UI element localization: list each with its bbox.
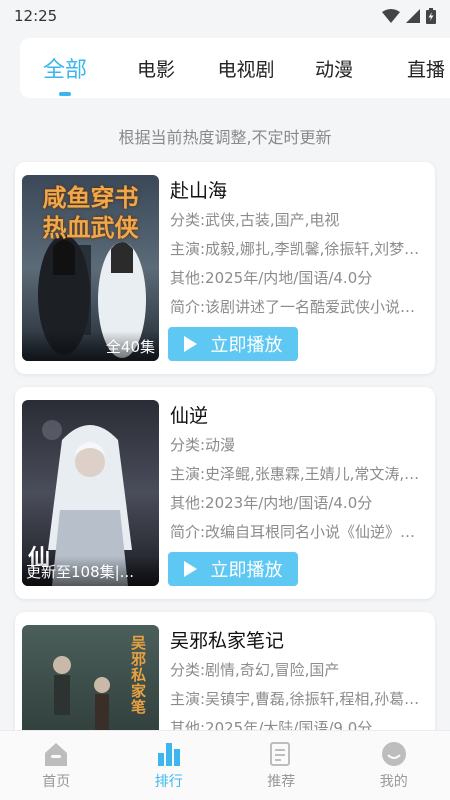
poster-image[interactable]: 吴邪私家笔记	[22, 625, 159, 730]
update-hint: 根据当前热度调整,不定时更新	[118, 128, 332, 147]
play-icon	[183, 336, 197, 352]
play-now-button[interactable]: 立即播放	[168, 327, 298, 361]
episode-badge: 更新至108集|...	[22, 556, 159, 586]
play-button-label: 立即播放	[210, 560, 283, 581]
media-info: 赴山海 分类:武侠,古装,国产,电视 主演:成毅,娜扎,李凯馨,徐振轩,刘梦… …	[170, 176, 430, 322]
media-cast: 主演:吴镇宇,曹磊,徐振轩,程相,孙葛…	[170, 690, 420, 708]
media-list[interactable]: 咸鱼穿书 热血武侠 全40集 赴山海 分类:武侠,古装,国产,电视 主演:成毅,…	[0, 160, 450, 730]
media-meta: 其他:2023年/内地/国语/4.0分	[170, 494, 373, 512]
poster-title-art: 咸鱼穿书 热血武侠	[42, 183, 139, 242]
nav-label: 首页	[42, 774, 71, 790]
nav-label: 我的	[379, 774, 408, 790]
nav-ranking[interactable]: 排行	[113, 731, 226, 800]
tab-all[interactable]: 全部	[28, 38, 102, 98]
battery-icon	[426, 8, 436, 24]
signal-icon	[406, 9, 420, 23]
media-title: 仙逆	[170, 405, 209, 427]
media-info: 吴邪私家笔记 分类:剧情,奇幻,冒险,国产 主演:吴镇宇,曹磊,徐振轩,程相,孙…	[170, 626, 430, 730]
nav-profile[interactable]: 我的	[338, 731, 450, 800]
media-intro: 简介:该剧讲述了一名酷爱武侠小说…	[170, 298, 416, 316]
nav-recommend[interactable]: 推荐	[225, 731, 338, 800]
home-icon	[45, 743, 68, 766]
bottom-nav: 首页 排行 推荐 我的	[0, 730, 450, 800]
tab-tv-series[interactable]: 电视剧	[202, 38, 290, 98]
poster-image[interactable]: 咸鱼穿书 热血武侠 全40集	[22, 175, 159, 361]
media-info: 仙逆 分类:动漫 主演:史泽鲲,张惠霖,王婧儿,常文涛,… 其他:2023年/内…	[170, 401, 430, 547]
status-bar: 12:25	[0, 0, 450, 32]
tab-anime[interactable]: 动漫	[298, 38, 370, 98]
poster-image[interactable]: 仙 更新至108集|...	[22, 400, 159, 586]
category-tabs: 全部 电影 电视剧 动漫 直播	[20, 38, 450, 98]
media-category: 分类:动漫	[170, 436, 236, 454]
tab-live[interactable]: 直播	[390, 38, 450, 98]
tab-movie[interactable]: 电影	[120, 38, 192, 98]
nav-label: 排行	[154, 774, 183, 790]
play-now-button[interactable]: 立即播放	[168, 552, 298, 586]
play-icon	[183, 561, 197, 577]
tab-label: 电影	[136, 58, 175, 81]
media-meta: 其他:2025年/大陆/国语/9.0分	[170, 719, 373, 730]
media-category: 分类:剧情,奇幻,冒险,国产	[170, 661, 340, 679]
media-intro: 简介:改编自耳根同名小说《仙逆》…	[170, 523, 416, 541]
tab-label: 动漫	[314, 58, 353, 81]
media-category: 分类:武侠,古装,国产,电视	[170, 211, 340, 229]
profile-icon	[381, 742, 406, 766]
media-cast: 主演:史泽鲲,张惠霖,王婧儿,常文涛,…	[170, 465, 420, 483]
poster-title-art: 吴邪私家笔记	[131, 635, 147, 715]
nav-label: 推荐	[267, 774, 296, 790]
nav-home[interactable]: 首页	[0, 731, 113, 800]
media-title: 赴山海	[170, 180, 228, 202]
media-cast: 主演:成毅,娜扎,李凯馨,徐振轩,刘梦…	[170, 240, 420, 258]
play-button-label: 立即播放	[210, 335, 283, 356]
chart-bar-icon	[157, 743, 180, 766]
tab-label: 全部	[42, 58, 87, 83]
tab-label: 直播	[406, 58, 445, 81]
media-card[interactable]: 咸鱼穿书 热血武侠 全40集 赴山海 分类:武侠,古装,国产,电视 主演:成毅,…	[15, 162, 435, 374]
episode-badge: 全40集	[22, 331, 159, 361]
tab-label: 电视剧	[217, 58, 275, 81]
active-tab-indicator	[59, 92, 71, 96]
status-time: 12:25	[14, 7, 58, 25]
media-meta: 其他:2025年/内地/国语/4.0分	[170, 269, 373, 287]
status-icons	[382, 8, 436, 24]
media-title: 吴邪私家笔记	[170, 630, 285, 652]
recommend-icon	[270, 742, 291, 766]
media-card[interactable]: 吴邪私家笔记 吴邪私家笔记 分类:剧情,奇幻,冒险,国产 主演:吴镇宇,曹磊,徐…	[15, 612, 435, 730]
wifi-icon	[382, 9, 400, 23]
media-card[interactable]: 仙 更新至108集|... 仙逆 分类:动漫 主演:史泽鲲,张惠霖,王婧儿,常文…	[15, 387, 435, 599]
